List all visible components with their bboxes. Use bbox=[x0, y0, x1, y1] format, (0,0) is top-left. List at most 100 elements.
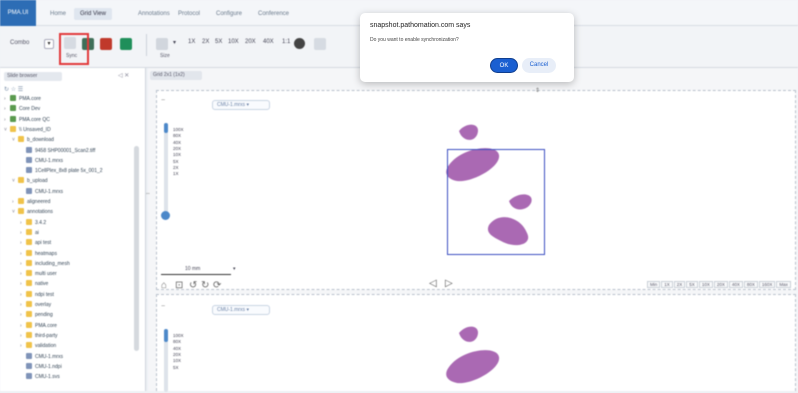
tree-item[interactable]: › including_mesh bbox=[20, 259, 70, 268]
tree-item[interactable]: › third-party bbox=[20, 331, 58, 340]
tree-item[interactable]: › multi user bbox=[20, 270, 57, 278]
tree-item[interactable]: › ai bbox=[20, 228, 39, 237]
zoom-label[interactable]: 80X bbox=[173, 339, 181, 344]
tree-item[interactable]: CMU-1.mrxs bbox=[20, 156, 63, 165]
pane-collapse-icon[interactable]: − bbox=[161, 97, 165, 104]
previous-slide-icon[interactable]: ◁ bbox=[429, 278, 437, 289]
zoom-label[interactable]: 100X bbox=[173, 333, 184, 338]
tree-item[interactable]: › PMA.core bbox=[20, 321, 57, 330]
panel-collapse-icon[interactable]: ◁ ✕ bbox=[118, 72, 129, 79]
viewer-pane-top[interactable]: − CMU-1.mrxs ▾ 100X 80X 40X 20X 10X 5X 2X 1X ⇕ … bbox=[156, 87, 796, 291]
zoom-label[interactable]: 20X bbox=[173, 352, 181, 357]
snapshot-icon[interactable]: ⊡ bbox=[175, 280, 183, 291]
tree-item[interactable]: › ndpi test bbox=[20, 290, 54, 299]
zoom-tag[interactable]: 40X bbox=[728, 281, 743, 288]
layout-icon-3[interactable] bbox=[120, 38, 132, 50]
tree-item[interactable]: › native bbox=[20, 280, 48, 288]
brand-logo[interactable]: PMA.UI bbox=[0, 0, 36, 26]
rotate-right-icon[interactable]: ↻ bbox=[201, 280, 209, 291]
zoom-label[interactable]: 1X bbox=[173, 171, 179, 176]
viewer-pane-bottom[interactable]: − CMU-1.mrxs ▾ 100X 80X 40X 20X 10X 5X bbox=[156, 294, 796, 392]
menu-grid-view[interactable]: Grid View bbox=[74, 8, 112, 20]
grid-tab[interactable]: Grid 2x1 (1x2) bbox=[150, 71, 202, 80]
zoom-tag[interactable]: 1X bbox=[661, 281, 673, 288]
zoom-tag[interactable]: 20X bbox=[713, 281, 728, 288]
panel-resize-handle[interactable]: ⇔ bbox=[145, 191, 151, 197]
tree-item[interactable]: CMU-1.svs bbox=[20, 373, 60, 381]
zoom-slider-bottom[interactable] bbox=[161, 329, 171, 392]
menu-protocol[interactable]: Protocol bbox=[172, 8, 206, 20]
zoom-tag[interactable]: 160X bbox=[758, 281, 776, 288]
tree-item[interactable]: › PMA.core bbox=[4, 95, 41, 103]
size-dropdown-icon[interactable]: ▾ bbox=[173, 39, 176, 46]
zoom-handle-top[interactable] bbox=[161, 211, 170, 220]
zoom-slider-top[interactable] bbox=[161, 123, 171, 220]
zoom-label[interactable]: 10X bbox=[173, 152, 181, 157]
home-icon[interactable]: ⌂ bbox=[161, 280, 167, 291]
slide-select-bottom[interactable]: CMU-1.mrxs ▾ bbox=[212, 305, 270, 315]
pane-resize-handle[interactable]: ⇕ bbox=[535, 87, 540, 94]
next-slide-icon[interactable]: ▷ bbox=[445, 278, 453, 289]
scale-dropdown-icon[interactable]: ▾ bbox=[233, 266, 236, 272]
tree-item[interactable]: ˅ b_upload bbox=[12, 177, 48, 185]
pane-collapse-icon-2[interactable]: − bbox=[161, 303, 165, 310]
zoom-tag[interactable]: Max bbox=[776, 281, 791, 288]
ok-button[interactable]: OK bbox=[490, 58, 518, 73]
zoom-40x[interactable]: 40X bbox=[263, 39, 274, 45]
size-icon[interactable] bbox=[156, 38, 168, 50]
menu-configure[interactable]: Configure bbox=[210, 8, 248, 20]
camera-icon[interactable] bbox=[294, 38, 305, 49]
tree-item[interactable]: ˅ annotations bbox=[12, 208, 53, 216]
zoom-tag[interactable]: 2X bbox=[673, 281, 686, 288]
zoom-label[interactable]: 5X bbox=[173, 159, 179, 164]
flip-icon[interactable]: ⟳ bbox=[213, 280, 221, 291]
slide-browser-tab[interactable]: Slide browser bbox=[4, 72, 62, 81]
zoom-label[interactable]: 80X bbox=[173, 133, 181, 138]
tree-item[interactable]: › pending bbox=[20, 311, 53, 319]
viewport-rectangle[interactable] bbox=[447, 149, 545, 255]
panel-tools[interactable]: ↻ ☆ ☰ bbox=[4, 86, 23, 93]
tree-item[interactable]: › 3.4.2 bbox=[20, 218, 46, 227]
zoom-tag[interactable]: 80X bbox=[743, 281, 758, 288]
zoom-label[interactable]: 40X bbox=[173, 346, 181, 351]
cancel-button[interactable]: Cancel bbox=[522, 58, 556, 73]
tree-item[interactable]: CMU-1.mrxs bbox=[20, 187, 63, 196]
zoom-tag[interactable]: Min bbox=[647, 281, 661, 288]
zoom-label[interactable]: 2X bbox=[173, 165, 179, 170]
tree-item[interactable]: › Core Dev bbox=[4, 105, 40, 113]
layout-icon-2[interactable] bbox=[100, 38, 112, 50]
tree-item[interactable]: CMU-1.ndpi bbox=[20, 362, 62, 371]
menu-conference[interactable]: Conference bbox=[252, 8, 295, 20]
tree-item[interactable]: › PMA.core QC bbox=[4, 115, 50, 124]
tree-item[interactable]: CMU-1.mrxs bbox=[20, 352, 63, 361]
tree-item[interactable]: › overlay bbox=[20, 301, 51, 309]
tree-item[interactable]: 9458 SHP00001_Scan2.tiff bbox=[20, 146, 95, 155]
tree-item[interactable]: › aligneered bbox=[12, 198, 50, 206]
tree-item[interactable]: ˅ \\ Unsaved_ID bbox=[4, 125, 51, 134]
zoom-label[interactable]: 5X bbox=[173, 365, 179, 370]
tree-item[interactable]: ˅ b_download bbox=[12, 136, 54, 144]
zoom-tag[interactable]: 10X bbox=[698, 281, 713, 288]
tree-item[interactable]: › heatmaps bbox=[20, 249, 57, 258]
zoom-1-to-1[interactable]: 1:1 bbox=[282, 39, 290, 45]
tree-item[interactable]: 1CellPlex_8x8 plate 5x_001_2 bbox=[20, 167, 103, 175]
zoom-label[interactable]: 10X bbox=[173, 358, 181, 363]
rotate-left-icon[interactable]: ↺ bbox=[189, 280, 197, 291]
zoom-5x[interactable]: 5X bbox=[215, 39, 222, 45]
fullscreen-icon[interactable] bbox=[314, 38, 326, 50]
slide-select-top[interactable]: CMU-1.mrxs ▾ bbox=[212, 100, 270, 110]
zoom-label[interactable]: 20X bbox=[173, 146, 181, 151]
zoom-10x[interactable]: 10X bbox=[228, 39, 239, 45]
tree-item[interactable]: › validation bbox=[20, 342, 56, 350]
zoom-1x[interactable]: 1X bbox=[188, 39, 195, 45]
zoom-tag[interactable]: 5X bbox=[686, 281, 698, 288]
tree-scrollbar[interactable] bbox=[134, 146, 139, 351]
zoom-label[interactable]: 100X bbox=[173, 127, 184, 132]
zoom-2x[interactable]: 2X bbox=[202, 39, 209, 45]
zoom-20x[interactable]: 20X bbox=[245, 39, 256, 45]
zoom-label[interactable]: 40X bbox=[173, 140, 181, 145]
combo-dropdown[interactable]: ▾ bbox=[44, 39, 54, 49]
menu-annotations[interactable]: Annotations bbox=[132, 8, 176, 20]
menu-home[interactable]: Home bbox=[44, 8, 72, 20]
tree-item[interactable]: › api test bbox=[20, 239, 51, 247]
